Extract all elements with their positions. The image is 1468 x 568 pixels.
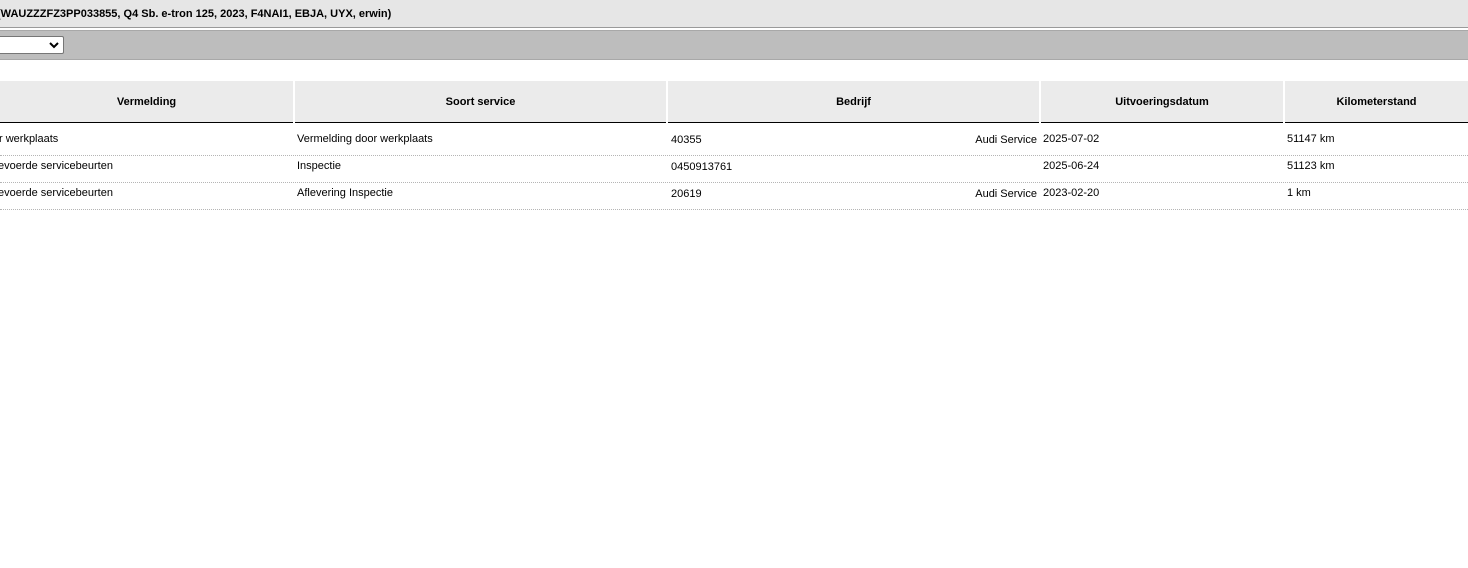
cell-bedrijf-name: Audi Service (975, 134, 1037, 146)
cell-vermelding: evoerde servicebeurten (0, 160, 113, 172)
cell-bedrijf-code: 20619 (671, 188, 702, 200)
cell-soort-service: Aflevering Inspectie (297, 187, 393, 199)
cell-soort-service: Inspectie (297, 160, 342, 172)
cell-vermelding: r werkplaats (0, 133, 59, 145)
row-divider (0, 155, 1468, 156)
cell-bedrijf-code: 40355 (671, 134, 702, 146)
header-bedrijf[interactable]: Bedrijf (668, 81, 1039, 123)
toolbar (0, 30, 1468, 60)
cell-bedrijf-code: 0450913761 (671, 161, 733, 173)
header-vermelding[interactable]: Vermelding (0, 81, 293, 123)
cell-km: 51147 km (1287, 133, 1335, 145)
row-divider (0, 182, 1468, 183)
cell-datum: 2025-07-02 (1043, 133, 1100, 145)
row-divider (0, 209, 1468, 210)
title-bar: (WAUZZZFZ3PP033855, Q4 Sb. e-tron 125, 2… (0, 0, 1468, 28)
cell-vermelding: evoerde servicebeurten (0, 187, 113, 199)
header-kilometerstand[interactable]: Kilometerstand (1285, 81, 1468, 123)
cell-datum: 2023-02-20 (1043, 187, 1100, 199)
header-soort-service[interactable]: Soort service (295, 81, 666, 123)
cell-km: 51123 km (1287, 160, 1335, 172)
vehicle-title: (WAUZZZFZ3PP033855, Q4 Sb. e-tron 125, 2… (0, 8, 392, 20)
cell-soort-service: Vermelding door werkplaats (297, 133, 433, 145)
cell-bedrijf-name: Audi Service (975, 188, 1037, 200)
filter-select[interactable] (0, 36, 64, 54)
cell-km: 1 km (1287, 187, 1311, 199)
header-uitvoeringsdatum[interactable]: Uitvoeringsdatum (1041, 81, 1283, 123)
chevron-down-icon (49, 42, 59, 49)
cell-datum: 2025-06-24 (1043, 160, 1100, 172)
